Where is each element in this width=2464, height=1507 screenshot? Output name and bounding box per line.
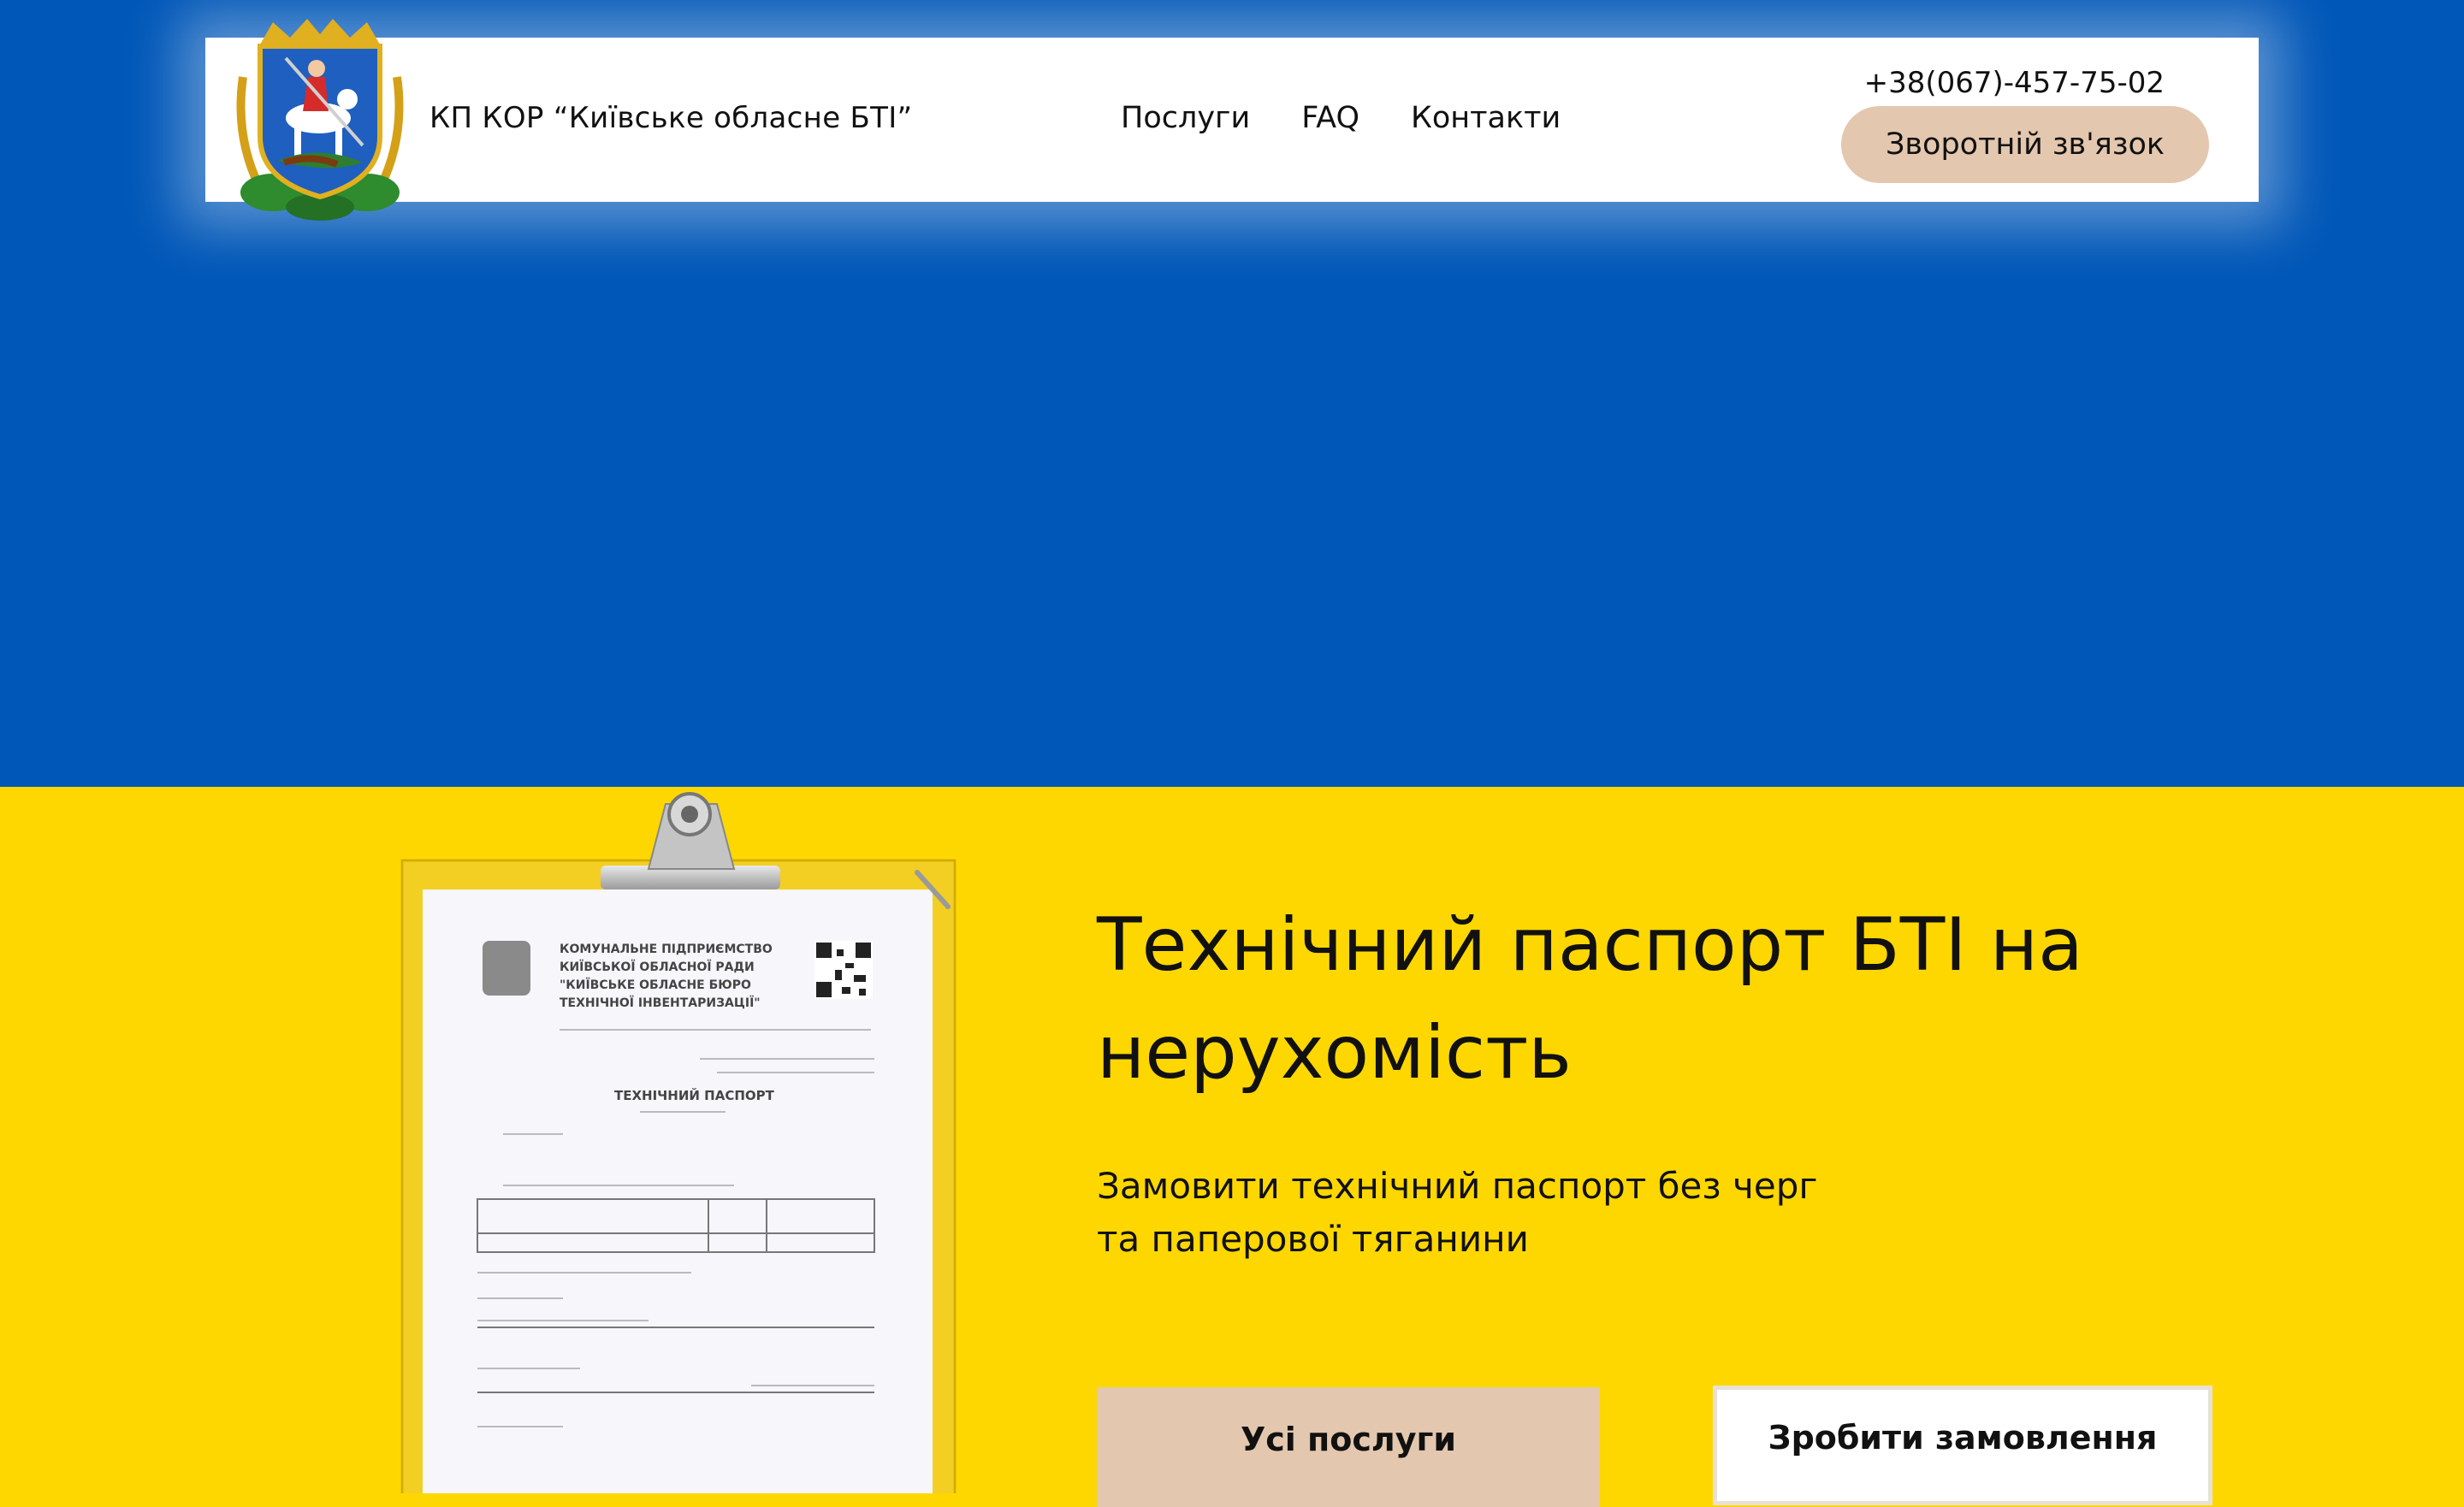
make-order-button[interactable]: Зробити замовлення	[1713, 1386, 2212, 1505]
organization-name: КП КОР “Київське обласне БТІ”	[429, 101, 913, 135]
hero-subtitle-line-1: Замовити технічний паспорт без черг	[1097, 1165, 1818, 1207]
nav-link-contacts[interactable]: Контакти	[1411, 101, 1561, 135]
nav-link-services[interactable]: Послуги	[1121, 101, 1250, 135]
doc-org-line-2: КИЇВСЬКОЇ ОБЛАСНОЇ РАДИ	[560, 960, 755, 974]
phone-number[interactable]: +38(067)-457-75-02	[1864, 66, 2165, 100]
kyiv-oblast-coat-of-arms-icon[interactable]	[234, 17, 406, 222]
hero-subtitle: Замовити технічний паспорт без черг та п…	[1097, 1160, 1867, 1266]
technical-passport-document-image: КОМУНАЛЬНЕ ПІДПРИЄМСТВО КИЇВСЬКОЇ ОБЛАСН…	[400, 792, 957, 1493]
hero-title: Технічний паспорт БТІ на нерухомість	[1097, 902, 2083, 1096]
doc-org-line-1: КОМУНАЛЬНЕ ПІДПРИЄМСТВО	[560, 943, 773, 956]
main-nav: Послуги FAQ Контакти	[1121, 101, 1561, 135]
all-services-button[interactable]: Усі послуги	[1097, 1387, 1600, 1507]
hero-subtitle-line-2: та паперової тяганини	[1097, 1218, 1529, 1260]
site-header: КП КОР “Київське обласне БТІ” Послуги FA…	[205, 19, 2259, 221]
qr-code-icon	[814, 941, 873, 999]
doc-title: ТЕХНІЧНИЙ ПАСПОРТ	[614, 1087, 775, 1103]
clipboard-clip-icon	[601, 792, 780, 889]
doc-org-line-4: ТЕХНІЧНОЇ ІНВЕНТАРИЗАЦІЇ"	[560, 996, 761, 1010]
callback-button[interactable]: Зворотній зв'язок	[1841, 106, 2209, 183]
nav-link-faq[interactable]: FAQ	[1301, 101, 1359, 135]
doc-org-line-3: "КИЇВСЬКЕ ОБЛАСНЕ БЮРО	[560, 978, 751, 992]
